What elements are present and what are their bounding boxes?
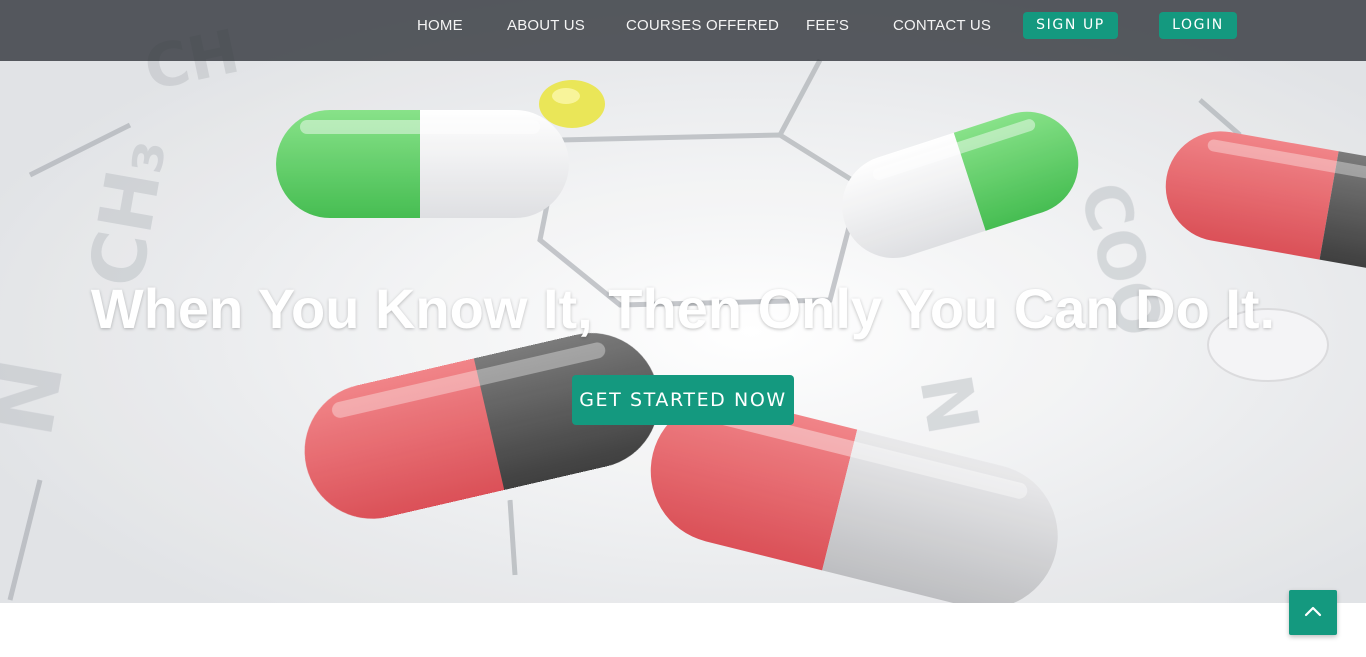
nav-link-about-us[interactable]: ABOUT US xyxy=(507,16,585,36)
nav-link-fees[interactable]: FEE'S xyxy=(806,16,849,36)
nav-link-home[interactable]: HOME xyxy=(417,16,463,36)
top-navbar: HOME ABOUT US COURSES OFFERED FEE'S CONT… xyxy=(0,0,1366,61)
sign-up-button[interactable]: SIGN UP xyxy=(1023,12,1118,39)
hero-section: CH CH₃ N COO N xyxy=(0,0,1366,603)
nav-link-contact-us[interactable]: CONTACT US xyxy=(893,16,991,36)
scroll-to-top-button[interactable] xyxy=(1289,590,1337,635)
get-started-button[interactable]: GET STARTED NOW xyxy=(572,375,794,425)
chevron-up-icon xyxy=(1304,606,1322,617)
nav-link-courses-offered[interactable]: COURSES OFFERED xyxy=(626,16,779,36)
hero-headline: When You Know It, Then Only You Can Do I… xyxy=(90,277,1276,340)
login-button[interactable]: LOGIN xyxy=(1159,12,1237,39)
